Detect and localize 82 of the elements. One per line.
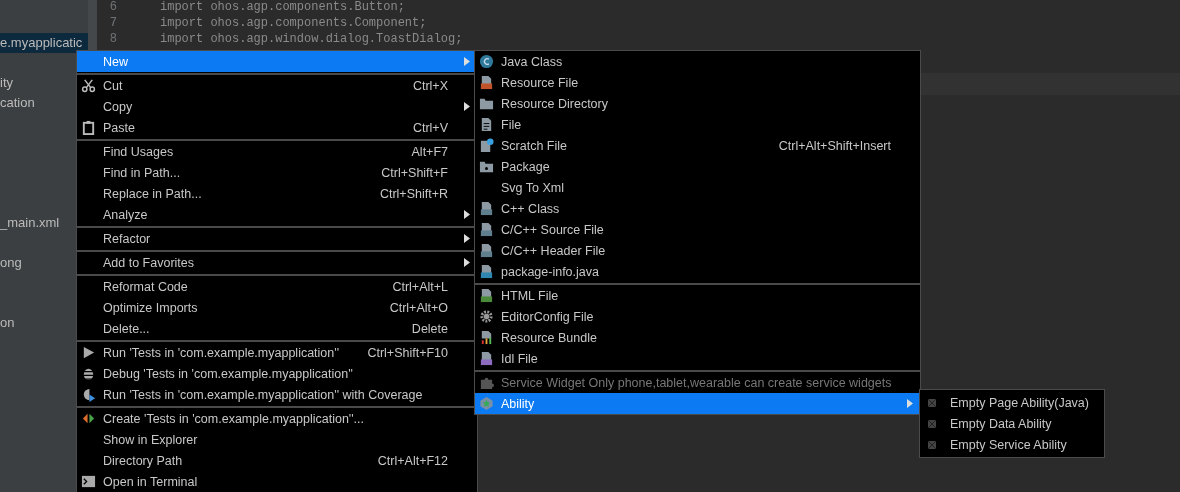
- submenu-arrow-icon: [905, 399, 914, 408]
- line-number: 6: [108, 0, 117, 15]
- menu-item[interactable]: Package: [475, 156, 920, 177]
- menu-item[interactable]: Idl File: [475, 348, 920, 369]
- menu-item[interactable]: EditorConfig File: [475, 306, 920, 327]
- line-number: 8: [108, 32, 117, 47]
- menu-item[interactable]: C/C++ Source File: [475, 219, 920, 240]
- submenu-arrow-icon: [462, 234, 471, 243]
- submenu-arrow-icon: [462, 102, 471, 111]
- file-icon: [479, 117, 494, 132]
- menu-item[interactable]: Refactor: [77, 228, 477, 249]
- menu-item[interactable]: Debug 'Tests in 'com.example.myapplication'': [77, 363, 477, 384]
- submenu-arrow-icon: [462, 258, 471, 267]
- menu-item[interactable]: Find Usages Alt+F7: [77, 141, 477, 162]
- coverage-icon: [81, 387, 96, 402]
- puzzle-icon: [479, 375, 494, 390]
- tree-item[interactable]: on: [0, 313, 19, 333]
- template-icon: [928, 398, 936, 407]
- file-icon: [479, 330, 494, 345]
- menu-item[interactable]: Scratch File Ctrl+Alt+Shift+Insert: [475, 135, 920, 156]
- tree-item[interactable]: e.myapplicatic: [0, 33, 88, 53]
- menu-item[interactable]: Svg To Xml: [475, 177, 920, 198]
- menu-item[interactable]: Resource File: [475, 72, 920, 93]
- menu-item[interactable]: C++ Class: [475, 198, 920, 219]
- folder-icon: [479, 159, 494, 174]
- menu-item[interactable]: Analyze: [77, 204, 477, 225]
- menu-item[interactable]: Directory Path Ctrl+Alt+F12: [77, 450, 477, 471]
- tree-item[interactable]: _main.xml: [0, 213, 64, 233]
- template-icon: [928, 419, 936, 428]
- scissors-icon: [81, 78, 96, 93]
- file-icon: [479, 75, 494, 90]
- line-number: 7: [108, 16, 117, 31]
- submenu-arrow-icon: [462, 57, 471, 66]
- menu-item[interactable]: Empty Data Ability: [920, 413, 1104, 434]
- file-icon: [479, 351, 494, 366]
- menu-item[interactable]: Add to Favorites: [77, 252, 477, 273]
- code-line: import ohos.agp.components.Button;: [160, 0, 405, 15]
- menu-item[interactable]: Run 'Tests in 'com.example.myapplication'' with Coverage: [77, 384, 477, 405]
- create-icon: [81, 411, 96, 426]
- menu-item[interactable]: package-info.java: [475, 261, 920, 282]
- menu-item[interactable]: Cut Ctrl+X: [77, 75, 477, 96]
- menu-item[interactable]: Java Class: [475, 51, 920, 72]
- menu-item[interactable]: New: [77, 51, 477, 72]
- file-icon: [479, 201, 494, 216]
- menu-item[interactable]: Reformat Code Ctrl+Alt+L: [77, 276, 477, 297]
- menu-item[interactable]: C/C++ Header File: [475, 240, 920, 261]
- file-icon: [479, 243, 494, 258]
- menu-item[interactable]: Create 'Tests in 'com.example.myapplication''...: [77, 408, 477, 429]
- play-icon: [81, 345, 96, 360]
- gear-icon: [479, 309, 494, 324]
- menu-item[interactable]: Show in Explorer: [77, 429, 477, 450]
- tree-item[interactable]: cation: [0, 93, 39, 113]
- menu-item[interactable]: Empty Service Ability: [920, 434, 1104, 455]
- menu-item[interactable]: Ability: [475, 393, 920, 414]
- menu-item[interactable]: File: [475, 114, 920, 135]
- menu-item[interactable]: Replace in Path... Ctrl+Shift+R: [77, 183, 477, 204]
- file-icon: [479, 264, 494, 279]
- tree-item[interactable]: ity: [0, 73, 17, 93]
- menu-item[interactable]: Open in Terminal: [77, 471, 477, 492]
- menu-item[interactable]: Paste Ctrl+V: [77, 117, 477, 138]
- terminal-icon: [81, 474, 96, 489]
- tree-item[interactable]: ong: [0, 253, 26, 273]
- menu-item[interactable]: Empty Page Ability(Java): [920, 392, 1104, 413]
- code-line: import ohos.agp.components.Component;: [160, 16, 427, 31]
- bug-icon: [81, 366, 96, 381]
- code-line: import ohos.agp.window.dialog.ToastDialog;: [160, 32, 463, 47]
- menu-item[interactable]: Find in Path... Ctrl+Shift+F: [77, 162, 477, 183]
- menu-item[interactable]: Delete... Delete: [77, 318, 477, 339]
- template-icon: [928, 440, 936, 449]
- menu-item[interactable]: Run 'Tests in 'com.example.myapplication'' Ctrl+Shift+F10: [77, 342, 477, 363]
- menu-item[interactable]: Resource Directory: [475, 93, 920, 114]
- menu-item[interactable]: HTML File: [475, 285, 920, 306]
- clipboard-icon: [81, 120, 96, 135]
- submenu-arrow-icon: [462, 210, 471, 219]
- file-icon: [479, 222, 494, 237]
- star-icon: [479, 396, 494, 411]
- menu-item[interactable]: Resource Bundle: [475, 327, 920, 348]
- menu-item[interactable]: Copy: [77, 96, 477, 117]
- menu-item[interactable]: Optimize Imports Ctrl+Alt+O: [77, 297, 477, 318]
- file-icon: [479, 288, 494, 303]
- file-icon: [479, 138, 494, 153]
- class-icon: [479, 54, 494, 69]
